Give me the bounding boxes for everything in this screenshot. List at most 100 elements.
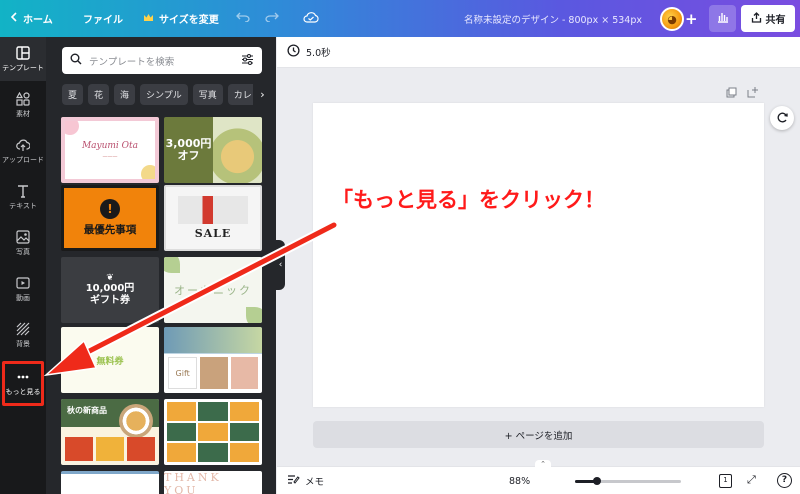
instruction-annotation: 「もっと見る」をクリック！ xyxy=(332,188,605,212)
template-thumbnail[interactable]: Mayumi Ota ——— xyxy=(61,117,159,183)
menu-cards xyxy=(65,437,155,461)
exclamation-icon: ! xyxy=(100,199,120,219)
sidebar-item-label: 背景 xyxy=(16,339,30,348)
template-thumbnail[interactable]: 3,000円 オフ xyxy=(164,117,262,183)
product-image xyxy=(213,117,262,183)
template-icon xyxy=(16,45,30,60)
invite-plus-button[interactable]: + xyxy=(685,0,698,37)
template-thumbnail[interactable]: ! 最優先事項 xyxy=(61,185,159,251)
search-placeholder: テンプレートを検索 xyxy=(89,56,175,68)
sidebar-item-label: テキスト xyxy=(9,201,37,210)
template-thumbnail[interactable]: THANK YOU xyxy=(164,471,262,494)
sidebar-item-label: テンプレート xyxy=(2,63,44,72)
template-thumbnail[interactable]: SALE xyxy=(164,185,262,251)
template-search-input[interactable]: テンプレートを検索 xyxy=(62,47,262,74)
top-bar: ホーム ファイル サイズを変更 名称未設定のデザイン - 800px × 534… xyxy=(0,0,800,37)
template-thumbnail[interactable] xyxy=(61,471,159,494)
more-highlight-box xyxy=(2,361,44,406)
user-avatar[interactable]: ◕ xyxy=(660,7,684,31)
upload-icon xyxy=(16,139,30,151)
fullscreen-icon[interactable]: ⤢ xyxy=(747,473,756,487)
template-text: ギフト券 xyxy=(90,295,130,306)
text-icon xyxy=(18,184,28,198)
filter-icon[interactable] xyxy=(241,53,254,68)
search-icon xyxy=(70,53,82,68)
sidebar-item-label: 写真 xyxy=(16,247,30,256)
template-subtext: ——— xyxy=(102,153,118,160)
redo-button[interactable] xyxy=(265,0,279,37)
flower-decoration xyxy=(65,121,79,135)
chip-simple[interactable]: シンプル xyxy=(140,84,188,105)
sidebar-item-uploads[interactable]: アップロード xyxy=(0,131,46,171)
cloud-check-icon xyxy=(303,11,319,26)
share-button[interactable]: 共有 xyxy=(741,5,795,32)
bottom-bar: ⌃ メモ 88% 1 ⤢ ? xyxy=(277,460,800,494)
food-image xyxy=(119,404,153,438)
upload-share-icon xyxy=(751,11,762,26)
design-canvas[interactable] xyxy=(313,103,764,407)
template-text: THANK YOU xyxy=(164,471,222,494)
refresh-icon xyxy=(776,109,789,128)
chip-sea[interactable]: 海 xyxy=(114,84,136,105)
template-text: オフ xyxy=(177,149,200,162)
template-text: 10,000円 xyxy=(85,283,135,294)
share-label: 共有 xyxy=(765,15,786,26)
home-button[interactable]: ホーム xyxy=(10,0,53,37)
chevron-up-icon[interactable]: ⌃ xyxy=(535,460,551,468)
resize-label: サイズを変更 xyxy=(159,15,219,26)
regenerate-button[interactable] xyxy=(770,106,794,130)
template-thumbnail[interactable]: オーガニック xyxy=(164,257,262,323)
chip-summer[interactable]: 夏 xyxy=(62,84,84,105)
template-thumbnail[interactable]: ❦ 10,000円 ギフト券 xyxy=(61,257,159,323)
zoom-slider[interactable] xyxy=(575,477,681,485)
page-actions xyxy=(726,87,758,101)
chips-next-button[interactable]: › xyxy=(253,84,272,105)
avatar-face-icon: ◕ xyxy=(667,12,677,26)
template-text: 最優先事項 xyxy=(83,224,137,236)
photo-icon xyxy=(16,229,30,244)
notes-button[interactable]: メモ xyxy=(287,467,324,494)
sidebar-item-label: 動画 xyxy=(16,293,30,302)
file-menu-button[interactable]: ファイル xyxy=(83,0,123,37)
sidebar-item-elements[interactable]: 素材 xyxy=(0,85,46,125)
sidebar-item-background[interactable]: 背景 xyxy=(0,315,46,355)
template-text: 無料券 xyxy=(96,356,124,367)
template-thumbnail[interactable]: Gift xyxy=(164,327,262,393)
undo-icon xyxy=(236,12,250,25)
chip-photo[interactable]: 写真 xyxy=(192,84,223,105)
undo-button[interactable] xyxy=(236,0,250,37)
template-thumbnail[interactable] xyxy=(164,399,262,465)
sidebar-item-label: 素材 xyxy=(16,109,30,118)
add-page-icon[interactable] xyxy=(747,87,758,101)
resize-button[interactable]: サイズを変更 xyxy=(143,0,219,37)
elements-icon xyxy=(16,91,30,106)
document-title[interactable]: 名称未設定のデザイン - 800px × 534px xyxy=(464,0,642,37)
sidebar-item-videos[interactable]: 動画 xyxy=(0,269,46,309)
clock-icon[interactable] xyxy=(287,44,300,60)
sidebar-item-templates[interactable]: テンプレート xyxy=(0,37,46,81)
ornament-icon: ❦ xyxy=(106,273,114,283)
zoom-value[interactable]: 88% xyxy=(509,467,530,494)
sidebar-item-photos[interactable]: 写真 xyxy=(0,223,46,263)
panel-collapse-handle[interactable]: ‹ xyxy=(276,240,285,290)
template-thumbnail[interactable]: 秋の新商品 xyxy=(61,399,159,465)
insights-button[interactable] xyxy=(709,5,736,32)
duration-label[interactable]: 5.0秒 xyxy=(306,45,331,59)
save-status-button[interactable] xyxy=(303,0,319,37)
template-photo xyxy=(164,327,262,353)
page-count-button[interactable]: 1 xyxy=(719,474,732,488)
product-image xyxy=(178,196,248,224)
duplicate-page-icon[interactable] xyxy=(726,87,737,101)
background-icon xyxy=(16,322,30,335)
template-thumbnail[interactable]: 無料券 xyxy=(61,327,159,393)
crown-icon xyxy=(143,13,154,25)
chip-flower[interactable]: 花 xyxy=(88,84,110,105)
home-label: ホーム xyxy=(23,15,53,26)
zoom-slider-handle[interactable] xyxy=(593,477,601,485)
flower-decoration xyxy=(141,165,155,179)
help-icon[interactable]: ? xyxy=(777,473,792,488)
coupon-cards: Gift xyxy=(168,357,258,389)
add-page-button[interactable]: + ページを追加 xyxy=(313,421,764,448)
category-chips: 夏 花 海 シンプル 写真 カレンダー xyxy=(62,84,272,105)
sidebar-item-text[interactable]: テキスト xyxy=(0,177,46,217)
